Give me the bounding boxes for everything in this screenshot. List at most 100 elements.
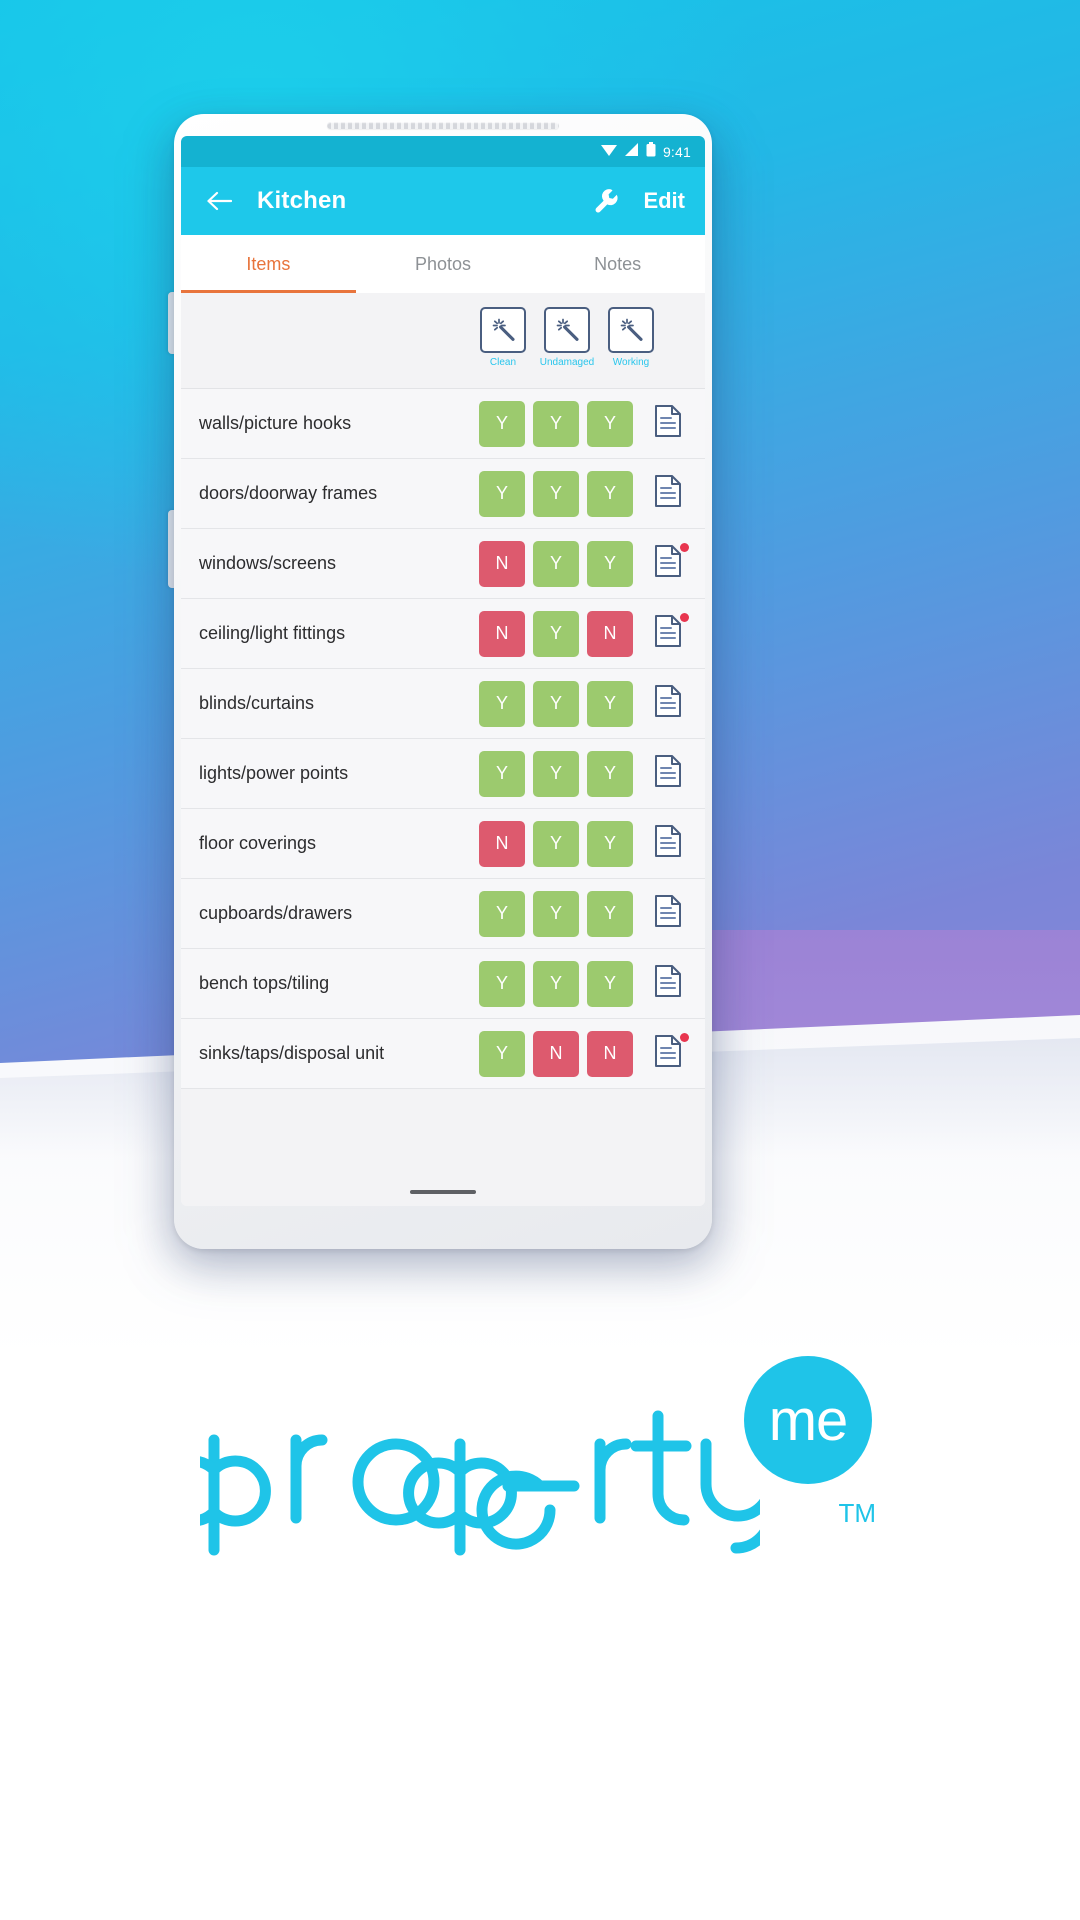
mark-working[interactable]: Y <box>587 470 633 517</box>
row-marks: NYN <box>479 610 633 657</box>
table-row[interactable]: lights/power points Y Y Y <box>181 739 705 809</box>
tab-notes[interactable]: Notes <box>530 235 705 293</box>
column-header-row: Clean Undamaged Working <box>181 293 705 389</box>
table-row[interactable]: blinds/curtains Y Y Y <box>181 669 705 739</box>
row-marks: YYY <box>479 890 633 937</box>
magic-wand-icon <box>544 307 590 353</box>
logo-wordmark <box>157 1374 776 1569</box>
document-icon <box>653 894 683 933</box>
tab-items-label: Items <box>246 253 291 274</box>
row-item-label: sinks/taps/disposal unit <box>199 1043 385 1063</box>
document-icon <box>653 1034 683 1073</box>
page-title: Kitchen <box>257 187 347 214</box>
mark-undamaged[interactable]: Y <box>533 470 579 517</box>
row-item-label: windows/screens <box>199 553 337 573</box>
mark-working[interactable]: Y <box>587 750 633 797</box>
mark-undamaged[interactable]: Y <box>533 890 579 937</box>
table-row[interactable]: walls/picture hooks Y Y Y <box>181 389 705 459</box>
mark-undamaged[interactable]: N <box>533 1030 579 1077</box>
row-marks: NYY <box>479 540 633 587</box>
document-icon <box>653 404 683 443</box>
note-badge <box>680 1032 689 1042</box>
table-row[interactable]: windows/screens N Y Y <box>181 529 705 599</box>
column-header-working[interactable]: Working <box>603 307 659 368</box>
row-note-button[interactable] <box>645 751 691 797</box>
row-item-label: bench tops/tiling <box>199 973 330 993</box>
mark-working[interactable]: N <box>587 610 633 657</box>
mark-working[interactable]: N <box>587 1030 633 1077</box>
table-row[interactable]: doors/doorway frames Y Y Y <box>181 459 705 529</box>
mark-working[interactable]: Y <box>587 960 633 1007</box>
tab-notes-label: Notes <box>594 253 642 274</box>
row-note-button[interactable] <box>645 1031 691 1077</box>
row-note-button[interactable] <box>645 961 691 1007</box>
mark-working[interactable]: Y <box>587 890 633 937</box>
tab-bar: Items Photos Notes <box>181 235 705 293</box>
column-header-undamaged[interactable]: Undamaged <box>539 307 595 368</box>
mark-working[interactable]: Y <box>587 400 633 447</box>
row-item-label: blinds/curtains <box>199 693 315 713</box>
row-note-button[interactable] <box>645 821 691 867</box>
document-icon <box>653 614 683 653</box>
status-bar: 9:41 <box>181 136 705 167</box>
home-indicator[interactable] <box>410 1190 476 1194</box>
document-icon <box>653 684 683 723</box>
column-header-working-label: Working <box>612 357 650 368</box>
row-item-label: floor coverings <box>199 833 317 853</box>
logo-trademark: TM <box>838 1498 876 1528</box>
battery-icon <box>646 141 656 162</box>
row-item-label: doors/doorway frames <box>199 483 378 503</box>
row-note-button[interactable] <box>645 611 691 657</box>
mark-working[interactable]: Y <box>587 680 633 727</box>
document-icon <box>653 544 683 583</box>
row-note-button[interactable] <box>645 401 691 447</box>
note-badge <box>680 542 689 552</box>
mark-undamaged[interactable]: Y <box>533 540 579 587</box>
mark-clean[interactable]: Y <box>479 960 525 1007</box>
mark-working[interactable]: Y <box>587 820 633 867</box>
tab-photos[interactable]: Photos <box>356 235 531 293</box>
table-row[interactable]: bench tops/tiling Y Y Y <box>181 949 705 1019</box>
mark-clean[interactable]: N <box>479 540 525 587</box>
document-icon <box>653 754 683 793</box>
row-marks: YYY <box>479 750 633 797</box>
mark-clean[interactable]: N <box>479 610 525 657</box>
mark-clean[interactable]: Y <box>479 1030 525 1077</box>
mark-clean[interactable]: Y <box>479 680 525 727</box>
row-item-label: cupboards/drawers <box>199 903 353 923</box>
mark-undamaged[interactable]: Y <box>533 610 579 657</box>
wrench-icon[interactable] <box>583 178 629 224</box>
mark-undamaged[interactable]: Y <box>533 960 579 1007</box>
mark-clean[interactable]: Y <box>479 890 525 937</box>
row-marks: YYY <box>479 960 633 1007</box>
row-item-label: lights/power points <box>199 763 349 783</box>
mark-clean[interactable]: N <box>479 820 525 867</box>
mark-undamaged[interactable]: Y <box>533 680 579 727</box>
column-header-clean[interactable]: Clean <box>475 307 531 368</box>
mark-clean[interactable]: Y <box>479 750 525 797</box>
table-row[interactable]: floor coverings N Y Y <box>181 809 705 879</box>
row-note-button[interactable] <box>645 681 691 727</box>
row-marks: YYY <box>479 680 633 727</box>
row-note-button[interactable] <box>645 541 691 587</box>
row-marks: YYY <box>479 470 633 517</box>
mark-undamaged[interactable]: Y <box>533 400 579 447</box>
row-item-label: walls/picture hooks <box>199 413 352 433</box>
row-marks: NYY <box>479 820 633 867</box>
phone-speaker-grille <box>327 122 559 129</box>
table-row[interactable]: sinks/taps/disposal unit Y N N <box>181 1019 705 1089</box>
logo-badge: me <box>744 1356 872 1484</box>
mark-clean[interactable]: Y <box>479 400 525 447</box>
table-row[interactable]: ceiling/light fittings N Y N <box>181 599 705 669</box>
row-marks: YNN <box>479 1030 633 1077</box>
mark-undamaged[interactable]: Y <box>533 750 579 797</box>
row-note-button[interactable] <box>645 471 691 517</box>
mark-undamaged[interactable]: Y <box>533 820 579 867</box>
edit-button[interactable]: Edit <box>643 188 685 214</box>
mark-working[interactable]: Y <box>587 540 633 587</box>
arrow-left-icon[interactable] <box>197 179 241 223</box>
row-note-button[interactable] <box>645 891 691 937</box>
tab-items[interactable]: Items <box>181 235 356 293</box>
mark-clean[interactable]: Y <box>479 470 525 517</box>
table-row[interactable]: cupboards/drawers Y Y Y <box>181 879 705 949</box>
